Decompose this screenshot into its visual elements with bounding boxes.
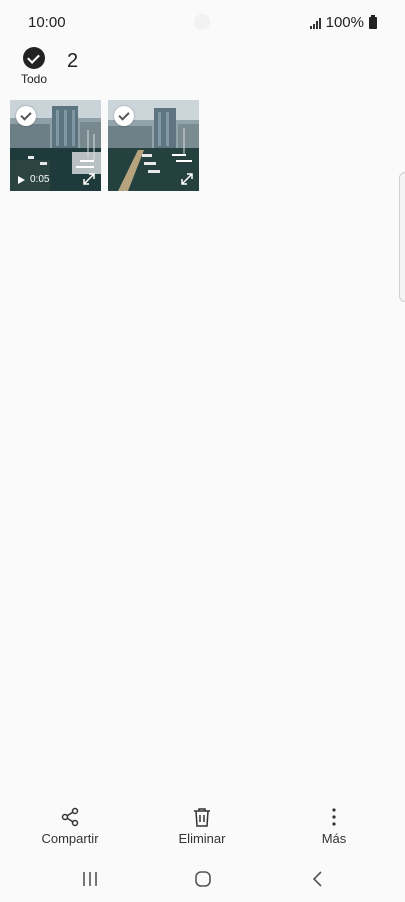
home-button[interactable] <box>183 868 223 890</box>
share-label: Compartir <box>41 831 99 846</box>
media-thumbnail[interactable] <box>108 100 199 191</box>
delete-label: Eliminar <box>178 831 226 846</box>
expand-icon[interactable] <box>179 171 195 187</box>
select-all-toggle[interactable]: Todo <box>16 47 52 86</box>
battery-percent: 100% <box>325 14 364 31</box>
status-time: 10:00 <box>28 14 66 31</box>
video-duration-label: 0:05 <box>30 174 50 185</box>
home-icon <box>195 871 211 887</box>
media-thumbnail[interactable]: 0:05 <box>10 100 101 191</box>
more-vert-icon <box>332 808 336 826</box>
system-navigation-bar <box>0 862 405 898</box>
trash-icon <box>194 808 210 827</box>
share-button[interactable]: Compartir <box>25 800 115 846</box>
status-indicators: 100% <box>309 14 377 31</box>
selected-count: 2 <box>67 50 79 72</box>
selected-check-icon[interactable] <box>16 106 36 126</box>
edge-panel-handle[interactable] <box>399 172 405 302</box>
status-bar: 10:00 100% <box>0 0 405 46</box>
back-button[interactable] <box>297 868 337 890</box>
gallery-selection-screen: 10:00 100% Todo 2 0:05 Compartir Elimina… <box>0 0 405 902</box>
recents-button[interactable] <box>70 868 110 890</box>
more-label: Más <box>321 831 347 846</box>
more-button[interactable]: Más <box>289 800 379 846</box>
expand-icon[interactable] <box>81 171 97 187</box>
signal-icon <box>309 17 321 29</box>
bottom-action-bar: Compartir Eliminar Más <box>0 800 405 852</box>
selected-check-icon[interactable] <box>114 106 134 126</box>
recents-icon <box>83 872 97 886</box>
play-icon <box>18 175 25 184</box>
front-camera <box>194 14 210 30</box>
delete-button[interactable]: Eliminar <box>157 800 247 846</box>
battery-icon <box>369 14 377 29</box>
back-icon <box>312 871 322 887</box>
video-duration: 0:05 <box>18 174 49 185</box>
share-icon <box>61 807 79 827</box>
select-all-check-icon <box>23 47 45 69</box>
select-all-label: Todo <box>20 72 48 86</box>
